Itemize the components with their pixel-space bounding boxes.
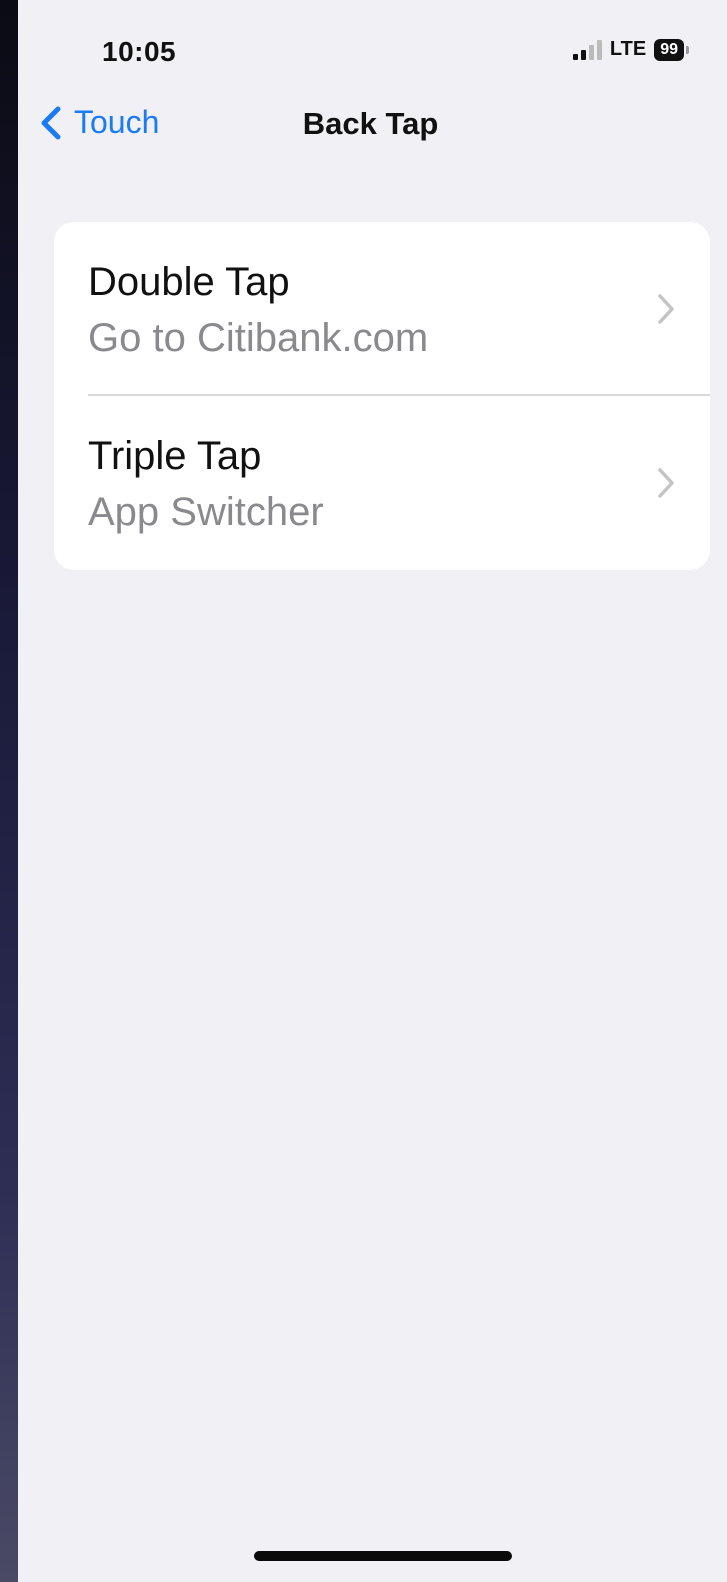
navigation-bar: Touch Back Tap [18, 92, 727, 156]
double-tap-title: Double Tap [88, 260, 290, 304]
chevron-right-icon [658, 294, 674, 324]
chevron-right-icon [658, 468, 674, 498]
device-bezel [0, 0, 18, 1582]
triple-tap-row[interactable]: Triple Tap App Switcher [54, 396, 710, 570]
network-type: LTE [609, 38, 647, 60]
page-title: Back Tap [18, 106, 727, 142]
triple-tap-value: App Switcher [88, 490, 324, 534]
settings-screen: 10:05 LTE 99 Touch Back Tap Double Tap G… [18, 0, 727, 1582]
double-tap-value: Go to Citibank.com [88, 316, 429, 360]
status-bar: 10:05 LTE 99 [18, 0, 727, 100]
battery-icon: 99 [654, 38, 689, 61]
battery-level: 99 [654, 38, 684, 61]
triple-tap-title: Triple Tap [88, 434, 262, 478]
status-time: 10:05 [102, 36, 177, 67]
cellular-signal-icon [572, 39, 602, 60]
double-tap-row[interactable]: Double Tap Go to Citibank.com [54, 222, 710, 396]
home-indicator[interactable] [254, 1551, 512, 1561]
status-indicators: LTE 99 [572, 38, 689, 61]
page-title-text: Back Tap [302, 106, 439, 141]
back-tap-options-list: Double Tap Go to Citibank.com Triple Tap… [54, 222, 710, 570]
